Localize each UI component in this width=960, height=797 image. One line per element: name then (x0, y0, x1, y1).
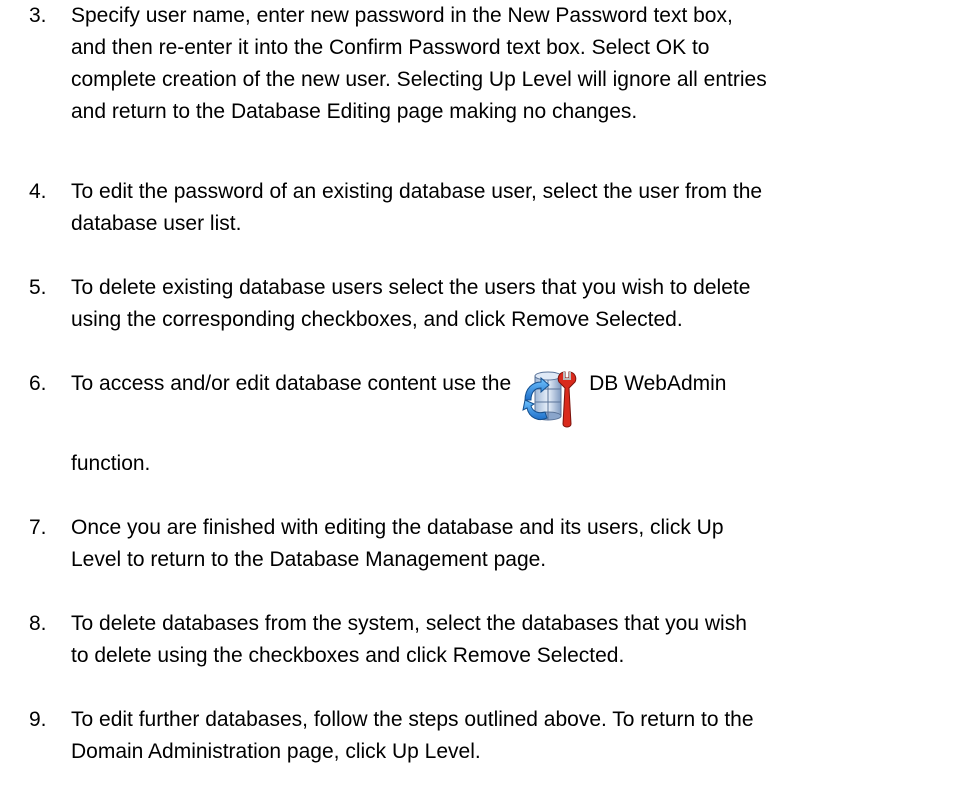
step-number: 3. (29, 4, 47, 27)
step-text: To edit the password of an existing data… (71, 176, 956, 240)
step-number: 7. (29, 516, 47, 539)
text-line: To edit further databases, follow the st… (71, 708, 754, 731)
step-text: To delete databases from the system, sel… (71, 608, 956, 672)
step-number: 9. (29, 708, 47, 731)
text-line: complete creation of the new user. Selec… (71, 68, 767, 91)
text-line: To delete databases from the system, sel… (71, 612, 747, 635)
step-text-continuation: function. (71, 448, 956, 480)
step-number: 4. (29, 180, 47, 203)
text-line: To access and/or edit database content u… (71, 368, 956, 432)
text-line: and return to the Database Editing page … (71, 100, 638, 123)
text-line: Domain Administration page, click Up Lev… (71, 740, 481, 763)
step-text: To delete existing database users select… (71, 272, 956, 336)
step-text: Specify user name, enter new password in… (71, 0, 956, 128)
document-page: 3. Specify user name, enter new password… (0, 0, 960, 797)
text-line: function. (71, 452, 151, 475)
text-line: To edit the password of an existing data… (71, 180, 763, 203)
text-line: Specify user name, enter new password in… (71, 4, 733, 27)
text-line: To delete existing database users select… (71, 276, 751, 299)
step-number: 6. (29, 372, 47, 395)
text-before-icon: To access and/or edit database content u… (71, 372, 512, 395)
db-webadmin-label: DB WebAdmin (589, 372, 727, 395)
text-line: database user list. (71, 212, 242, 235)
step-text: To access and/or edit database content u… (71, 368, 956, 432)
text-line: Level to return to the Database Manageme… (71, 548, 547, 571)
text-line: to delete using the checkboxes and click… (71, 644, 625, 667)
text-line: using the corresponding checkboxes, and … (71, 308, 683, 331)
step-text: To edit further databases, follow the st… (71, 704, 956, 768)
step-number: 5. (29, 276, 47, 299)
db-webadmin-icon (519, 366, 583, 430)
step-text: Once you are finished with editing the d… (71, 512, 956, 576)
step-number: 8. (29, 612, 47, 635)
text-line: and then re-enter it into the Confirm Pa… (71, 36, 710, 59)
text-line: Once you are finished with editing the d… (71, 516, 724, 539)
